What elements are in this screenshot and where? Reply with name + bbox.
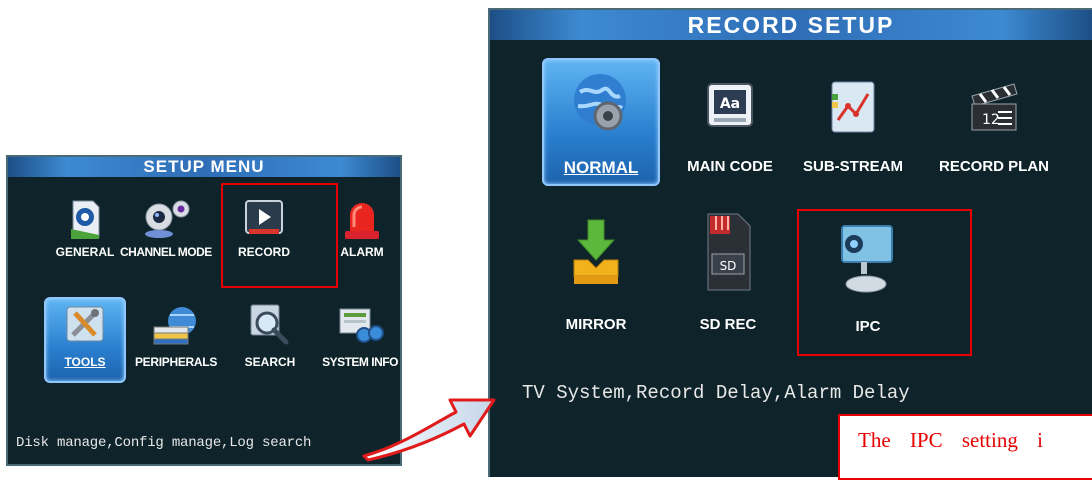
main-code-icon: Aa — [706, 82, 754, 128]
clapperboard-icon: 12 — [968, 80, 1020, 134]
channel-mode-icon — [137, 199, 193, 239]
record-item-record-plan[interactable]: 12 RECORD PLAN — [934, 80, 1054, 182]
menu-item-system-info[interactable]: SYSTEM INFO — [320, 305, 400, 369]
record-setup-description: TV System,Record Delay,Alarm Delay — [522, 382, 910, 404]
peripherals-icon — [150, 305, 202, 345]
menu-item-label: TOOLS — [64, 355, 106, 369]
menu-item-peripherals[interactable]: PERIPHERALS — [134, 305, 218, 369]
arrow-icon — [362, 398, 496, 462]
sub-stream-icon — [830, 80, 876, 134]
menu-item-label: SEARCH — [244, 355, 296, 369]
menu-item-label: SYSTEM INFO — [322, 355, 398, 369]
menu-item-label: ALARM — [340, 245, 384, 259]
menu-item-tools[interactable]: TOOLS — [44, 297, 126, 383]
setup-menu-description: Disk manage,Config manage,Log search — [16, 435, 312, 451]
setup-menu-panel: SETUP MENU GENERAL CHANNEL MODE RECORD A… — [6, 155, 402, 466]
alarm-icon — [342, 197, 382, 241]
menu-item-general[interactable]: GENERAL — [50, 199, 120, 261]
svg-text:SD: SD — [720, 259, 737, 273]
menu-item-label: GENERAL — [55, 245, 115, 259]
record-item-normal[interactable]: NORMAL — [542, 58, 660, 186]
record-item-sd-rec[interactable]: SD SD REC — [680, 210, 776, 344]
menu-item-label: PERIPHERALS — [134, 355, 218, 369]
record-item-main-code[interactable]: Aa MAIN CODE — [680, 82, 780, 182]
svg-text:Aa: Aa — [720, 96, 740, 112]
svg-text:12: 12 — [982, 112, 1000, 128]
menu-item-search[interactable]: SEARCH — [234, 303, 306, 369]
search-icon — [249, 303, 291, 347]
record-item-sub-stream[interactable]: SUB-STREAM — [800, 80, 906, 182]
record-item-highlight — [221, 183, 338, 288]
annotation-note: The IPC setting i — [838, 414, 1092, 480]
menu-item-label: MAIN CODE — [687, 158, 773, 175]
tools-icon — [65, 305, 105, 343]
mirror-download-icon — [570, 216, 622, 290]
menu-item-channel-mode[interactable]: CHANNEL MODE — [120, 199, 212, 261]
sd-card-icon: SD — [702, 210, 754, 294]
menu-item-label: SUB-STREAM — [803, 158, 903, 175]
menu-item-alarm[interactable]: ALARM — [332, 199, 392, 261]
menu-item-label: NORMAL — [563, 158, 639, 177]
general-icon — [67, 199, 103, 239]
ipc-item-highlight — [797, 209, 972, 356]
menu-item-label: CHANNEL MODE — [120, 245, 212, 259]
system-info-icon — [336, 305, 384, 345]
menu-item-label: MIRROR — [565, 316, 627, 333]
annotation-note-text: The IPC setting i — [858, 428, 1043, 452]
record-setup-panel: RECORD SETUP NORMAL Aa MAIN CODE SUB-STR… — [488, 8, 1092, 477]
menu-item-label: RECORD PLAN — [938, 158, 1049, 175]
record-setup-title: RECORD SETUP — [490, 10, 1092, 40]
menu-item-label: SD REC — [699, 316, 757, 333]
setup-menu-title: SETUP MENU — [8, 157, 400, 177]
record-item-mirror[interactable]: MIRROR — [548, 216, 644, 344]
globe-gear-icon — [570, 72, 632, 134]
